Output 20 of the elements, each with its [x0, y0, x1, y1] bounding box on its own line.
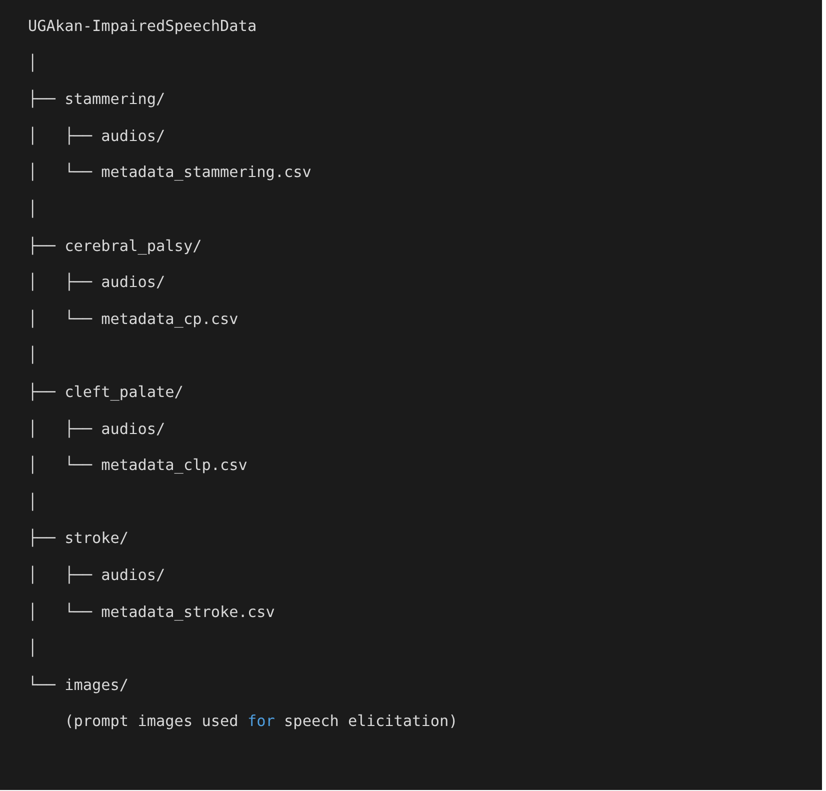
code-line: │ — [28, 344, 38, 366]
code-line: │ └── metadata_clp.csv — [28, 454, 248, 476]
code-line: │ — [28, 492, 38, 513]
code-line: UGAkan-ImpairedSpeechData — [28, 16, 257, 37]
code-line: │ ├── audios/ — [28, 272, 166, 294]
code-line: │ ├── audios/ — [28, 418, 166, 440]
code-line: │ — [28, 52, 38, 74]
code-line: │ — [28, 198, 38, 220]
code-line: ├── cerebral_palsy/ — [28, 236, 202, 257]
code-line: ├── cleft_palate/ — [28, 382, 184, 403]
code-line: ├── stroke/ — [28, 528, 129, 550]
code-line: │ ├── audios/ — [28, 126, 166, 147]
code-line: (prompt images used for speech elicitation) — [64, 711, 458, 732]
code-line: └── images/ — [28, 674, 129, 696]
code-line: │ └── metadata_stammering.csv — [28, 162, 312, 184]
code-line: ├── stammering/ — [28, 88, 166, 110]
code-line: │ ├── audios/ — [28, 564, 166, 586]
code-line: │ └── metadata_cp.csv — [28, 308, 238, 330]
code-line: │ — [28, 638, 38, 660]
code-line: │ └── metadata_stroke.csv — [28, 602, 275, 623]
